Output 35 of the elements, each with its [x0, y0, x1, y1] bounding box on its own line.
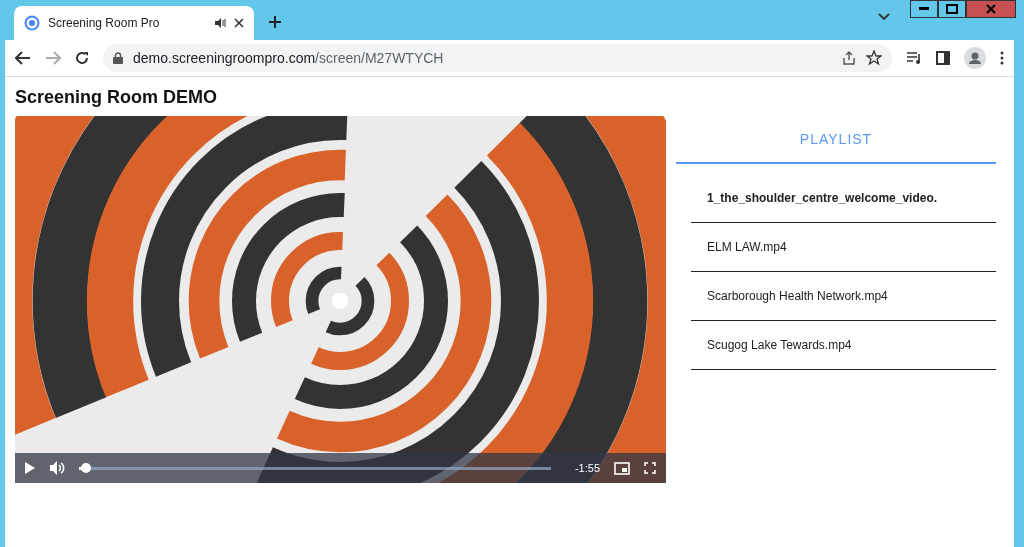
minimize-icon [919, 7, 929, 11]
address-bar[interactable]: demo.screeningroompro.com/screen/M27WTYCH [103, 44, 892, 72]
maximize-button[interactable] [938, 0, 966, 18]
share-icon[interactable] [842, 51, 856, 65]
chevron-down-icon[interactable] [878, 13, 890, 21]
playlist-item[interactable]: Scugog Lake Tewards.mp4 [691, 321, 996, 370]
progress-thumb[interactable] [81, 462, 92, 473]
speaker-icon[interactable] [214, 17, 226, 29]
close-icon [986, 4, 996, 14]
progress-track[interactable] [79, 466, 551, 470]
lock-icon [113, 52, 123, 64]
back-arrow-icon[interactable] [15, 51, 31, 65]
maximize-icon [946, 4, 958, 14]
video-player[interactable]: -1:55 [15, 116, 666, 483]
volume-icon[interactable] [49, 461, 65, 475]
url-text: demo.screeningroompro.com/screen/M27WTYCH [133, 50, 444, 66]
fullscreen-icon[interactable] [644, 462, 656, 474]
playlist-item[interactable]: ELM LAW.mp4 [691, 223, 996, 272]
page-title: Screening Room DEMO [15, 87, 219, 108]
playlist-item[interactable]: 1_the_shoulder_centre_welcome_video. [691, 174, 996, 223]
picture-in-picture-icon[interactable] [614, 461, 630, 475]
playlist-item[interactable]: Scarborough Health Network.mp4 [691, 272, 996, 321]
globe-icon [24, 15, 40, 31]
browser-tab[interactable]: Screening Room Pro [14, 6, 254, 40]
side-panel-icon[interactable] [936, 51, 950, 65]
media-list-icon[interactable] [906, 51, 922, 65]
profile-avatar-icon[interactable] [964, 47, 986, 69]
reload-icon[interactable] [75, 51, 89, 65]
close-button[interactable] [966, 0, 1016, 18]
menu-icon[interactable] [1000, 51, 1004, 65]
star-icon[interactable] [866, 50, 882, 66]
time-remaining: -1:55 [574, 462, 600, 474]
minimize-button[interactable] [910, 0, 938, 18]
close-icon[interactable] [234, 18, 244, 28]
play-icon[interactable] [25, 462, 35, 474]
